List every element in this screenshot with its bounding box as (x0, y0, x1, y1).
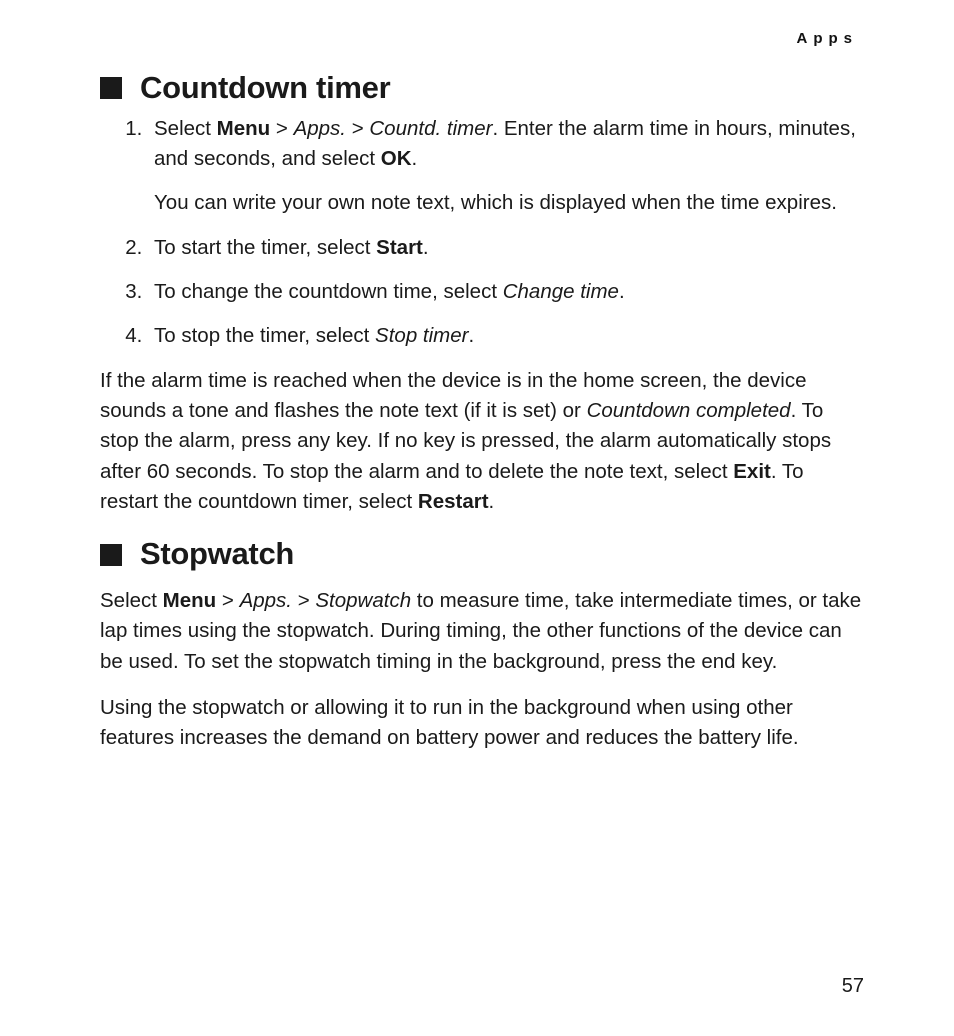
page-number: 57 (842, 975, 864, 998)
step-1-note: You can write your own note text, which … (154, 188, 864, 218)
step-4: To stop the timer, select Stop timer. (148, 321, 864, 351)
heading-text: Stopwatch (140, 535, 294, 574)
countdown-steps-list: Select Menu > Apps. > Countd. timer. Ent… (100, 114, 864, 352)
running-head: Apps (100, 30, 858, 47)
heading-text: Countdown timer (140, 69, 390, 108)
stopwatch-paragraph-1: Select Menu > Apps. > Stopwatch to measu… (100, 586, 864, 677)
stopwatch-paragraph-2: Using the stopwatch or allowing it to ru… (100, 693, 864, 754)
step-2: To start the timer, select Start. (148, 233, 864, 263)
step-3: To change the countdown time, select Cha… (148, 277, 864, 307)
step-1: Select Menu > Apps. > Countd. timer. Ent… (148, 114, 864, 219)
heading-stopwatch: Stopwatch (100, 535, 864, 574)
square-bullet-icon (100, 77, 122, 99)
countdown-paragraph: If the alarm time is reached when the de… (100, 366, 864, 518)
page: Apps Countdown timer Select Menu > Apps.… (0, 0, 954, 1036)
heading-countdown-timer: Countdown timer (100, 69, 864, 108)
square-bullet-icon (100, 544, 122, 566)
